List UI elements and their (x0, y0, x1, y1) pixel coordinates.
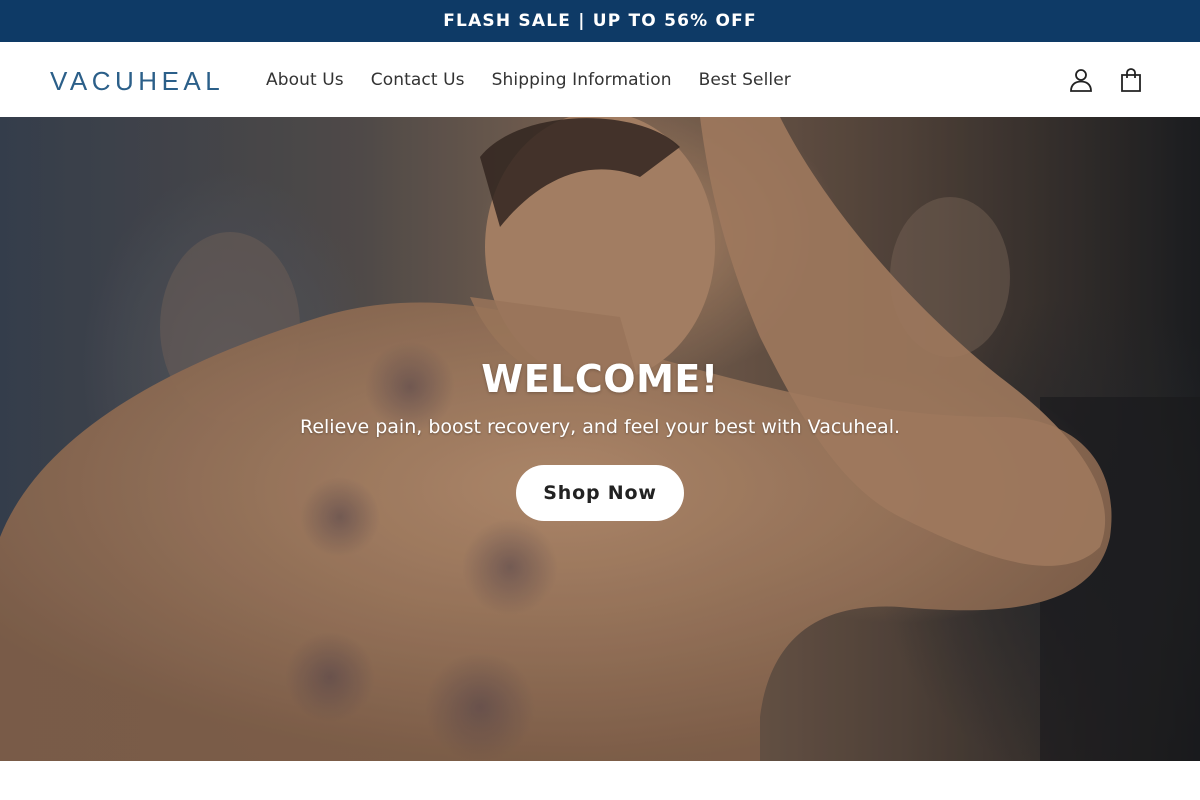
hero-title: WELCOME! (481, 357, 719, 401)
site-header: VACUHEAL About Us Contact Us Shipping In… (0, 42, 1200, 117)
main-nav: About Us Contact Us Shipping Information… (266, 42, 791, 117)
header-icons (1068, 42, 1144, 117)
hero-subtitle: Relieve pain, boost recovery, and feel y… (299, 416, 901, 438)
nav-best-seller[interactable]: Best Seller (699, 70, 791, 90)
announcement-bar: FLASH SALE | UP TO 56% OFF (0, 0, 1200, 42)
nav-shipping-information[interactable]: Shipping Information (492, 70, 672, 90)
announcement-text: FLASH SALE | UP TO 56% OFF (443, 11, 757, 31)
shop-now-button[interactable]: Shop Now (516, 465, 684, 521)
account-icon[interactable] (1068, 67, 1094, 93)
hero-banner: WELCOME! Relieve pain, boost recovery, a… (0, 117, 1200, 761)
nav-about-us[interactable]: About Us (266, 70, 344, 90)
logo[interactable]: VACUHEAL (50, 66, 224, 97)
nav-contact-us[interactable]: Contact Us (371, 70, 465, 90)
hero-content: WELCOME! Relieve pain, boost recovery, a… (0, 117, 1200, 761)
cart-icon[interactable] (1118, 67, 1144, 93)
